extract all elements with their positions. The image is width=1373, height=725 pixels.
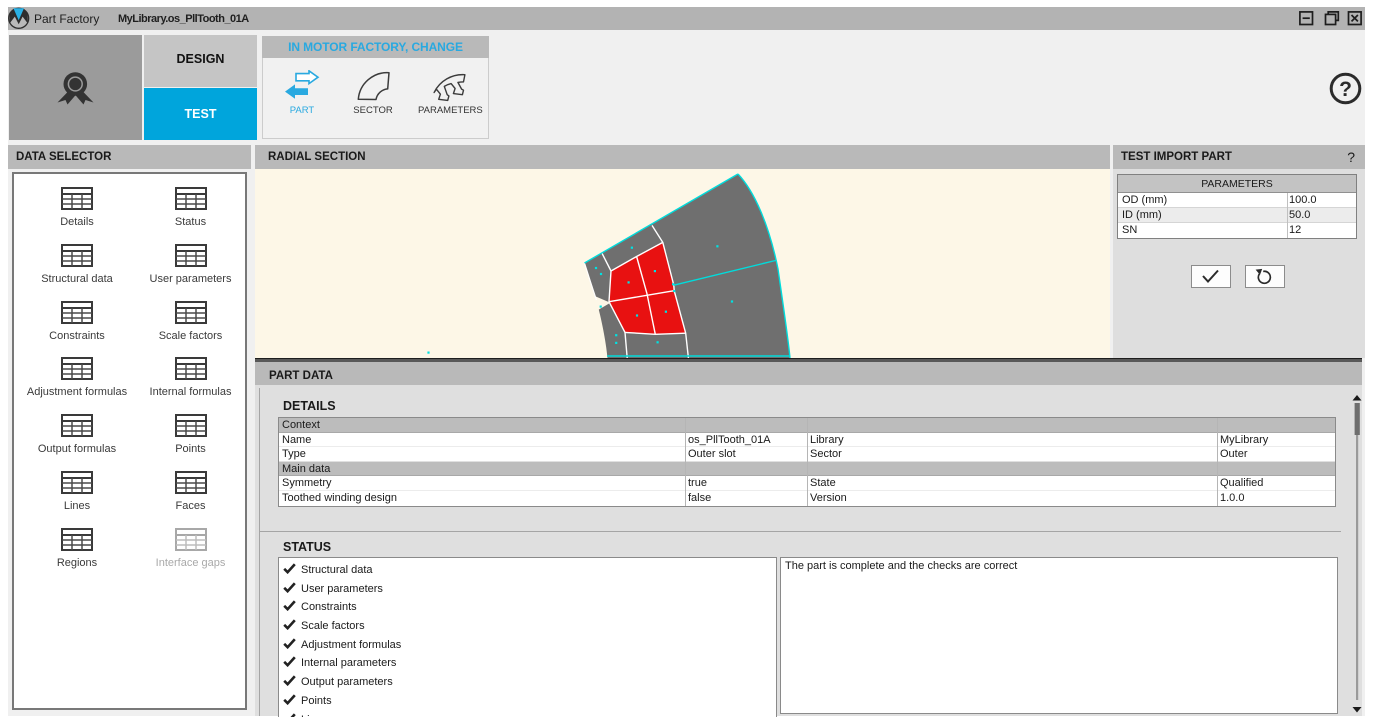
svg-text:?: ? [1339, 78, 1352, 101]
